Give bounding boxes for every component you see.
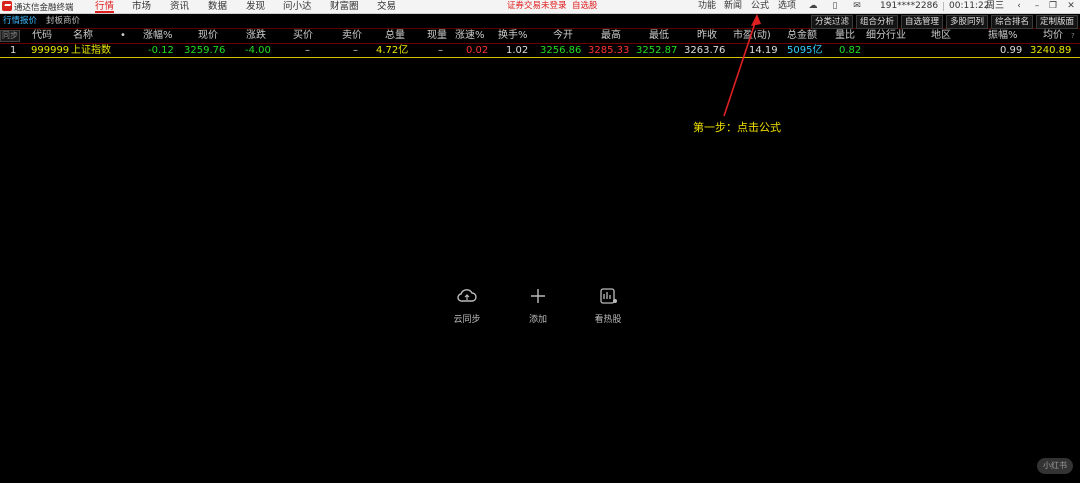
plus-icon [531,289,545,303]
cloud-sync-button[interactable]: 云同步 [442,286,492,325]
hot-stock-label: 看热股 [594,315,622,325]
hot-stock-icon [600,288,617,304]
watermark-logo: 小红书 [1037,458,1073,474]
annotation-arrow [723,14,761,117]
annotation-text: 第一步：点击公式 [693,121,781,134]
cloud-sync-label: 云同步 [453,315,481,325]
cloud-sync-icon [457,289,477,302]
add-button[interactable]: 添加 [513,286,563,325]
add-label: 添加 [528,315,547,325]
hot-stock-button[interactable]: 看热股 [583,286,633,325]
